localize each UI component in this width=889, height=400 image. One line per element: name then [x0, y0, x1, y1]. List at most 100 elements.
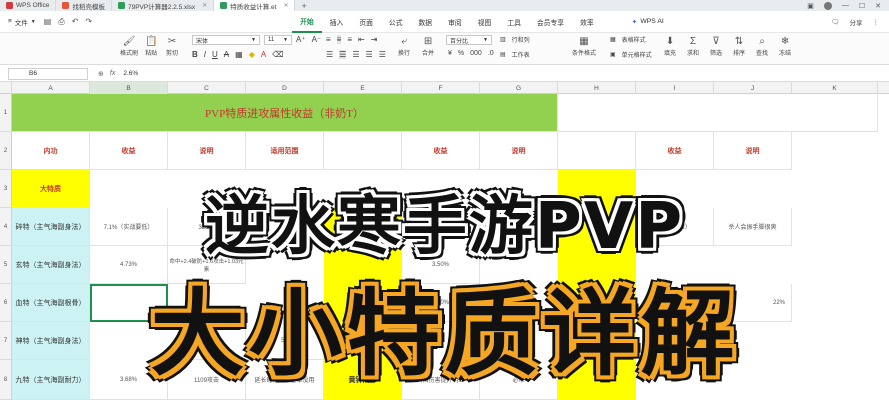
tab-wps-office[interactable]: WPS Office	[0, 0, 57, 11]
row-header-4[interactable]: 4	[0, 208, 12, 246]
align-top-icon[interactable]: ≡	[326, 35, 331, 44]
worksheet-button[interactable]: ▤ 工作表	[500, 50, 530, 59]
maximize-icon[interactable]: ☐	[859, 2, 865, 10]
column-header-k[interactable]: K	[792, 82, 878, 94]
freeze-button[interactable]: ❄ 冻结	[779, 36, 791, 57]
align-right-icon[interactable]: ☰	[352, 50, 359, 59]
cut-button[interactable]: ✂ 剪切	[166, 36, 178, 57]
highlight-column-h[interactable]	[558, 170, 636, 400]
minimize-icon[interactable]: —	[842, 2, 849, 9]
trait-name-cell[interactable]: 神特（主气海副身法）	[12, 322, 90, 360]
menu-efficiency[interactable]: 效率	[572, 11, 602, 33]
row-header-1[interactable]: 1	[0, 94, 12, 132]
find-button[interactable]: ⌕ 查找	[756, 36, 768, 57]
header-description[interactable]: 说明	[480, 132, 558, 170]
trait-name-cell[interactable]: 九特（主气海副耐力）	[12, 360, 90, 400]
column-header-a[interactable]: A	[12, 82, 90, 94]
gain-cell[interactable]: 3.68%	[90, 360, 168, 400]
align-center-icon[interactable]: ☰	[339, 50, 347, 59]
font-color-icon[interactable]: A	[261, 50, 266, 59]
name-box[interactable]: B6	[8, 67, 88, 80]
align-bottom-icon[interactable]: ≡	[347, 35, 352, 44]
cell[interactable]	[558, 132, 636, 170]
header-gain[interactable]: 收益	[636, 132, 714, 170]
italic-icon[interactable]: I	[204, 50, 206, 59]
indent-icon[interactable]: ⇤	[358, 35, 365, 44]
column-header-b[interactable]: B	[90, 82, 168, 94]
description-cell[interactable]: 328会	[168, 208, 246, 246]
print-icon[interactable]: ⎙	[58, 17, 64, 27]
row-header-2[interactable]: 2	[0, 132, 12, 170]
sheet-title-cell[interactable]: PVP特质进攻属性收益（非奶T）	[12, 94, 558, 132]
justify-icon[interactable]: ☰	[366, 50, 373, 59]
underline-icon[interactable]: U	[212, 50, 218, 59]
scope-highlight-cell[interactable]: 黄钟六律	[324, 360, 402, 400]
scope-cell[interactable]: 延长时间效果基本没用	[246, 360, 324, 400]
comment-icon[interactable]: 🗨	[831, 18, 839, 26]
description-cell[interactable]: 1109攻击	[168, 360, 246, 400]
avatar[interactable]	[823, 1, 832, 10]
column-header-i[interactable]: I	[636, 82, 714, 94]
outdent-icon[interactable]: ⇥	[371, 35, 378, 44]
row-header-7[interactable]: 7	[0, 322, 12, 360]
save-icon[interactable]: ▤	[44, 17, 52, 27]
spreadsheet-grid[interactable]: A B C D E F G H I J K 1 2 3 4 5 6 7 8 PV…	[0, 82, 889, 400]
menu-insert[interactable]: 插入	[322, 11, 352, 33]
rows-cols-button[interactable]: ▥ 行和列	[500, 35, 530, 44]
selected-cell-b6[interactable]	[90, 284, 168, 322]
fx-icon[interactable]: fx	[110, 70, 115, 77]
gain-cell[interactable]: 4.73%	[90, 246, 168, 284]
distributed-icon[interactable]: ☰	[379, 50, 386, 59]
strike-icon[interactable]: A	[224, 50, 229, 59]
sort-button[interactable]: ⇅ 排序	[733, 36, 745, 57]
percent-icon[interactable]: %	[458, 50, 464, 57]
column-header-d[interactable]: D	[246, 82, 324, 94]
row-header-6[interactable]: 6	[0, 284, 12, 322]
trait-name-cell[interactable]: 碎特（主气海副身法）	[12, 208, 90, 246]
more-icon[interactable]: ⋮	[873, 18, 880, 26]
wrap-button[interactable]: ⤶ 换行	[398, 36, 410, 57]
number-format-select[interactable]: 百分比 ▼	[446, 35, 492, 45]
menu-tools[interactable]: 工具	[499, 11, 529, 33]
menu-formula[interactable]: 公式	[381, 11, 411, 33]
font-size-select[interactable]: 11 ▼	[264, 35, 292, 45]
highlight-column-e[interactable]	[324, 208, 402, 360]
gain-cell[interactable]: 3.50%	[402, 246, 480, 284]
zoom-icon[interactable]: ⊕	[98, 70, 104, 78]
cell-style-button[interactable]: ▣ 单元格样式	[610, 50, 652, 59]
align-left-icon[interactable]: ☰	[326, 50, 333, 59]
file-menu[interactable]: ≡ 文件 ▼	[0, 17, 44, 27]
table-style-button[interactable]: ▦ 表格样式	[610, 35, 646, 44]
description-cell[interactable]: 命中+2.4破防+1.6攻击+1.03元素	[168, 246, 246, 284]
value-cell[interactable]: 22%	[714, 284, 792, 322]
font-grow-icon[interactable]: A⁺	[296, 35, 306, 44]
column-header-j[interactable]: J	[714, 82, 792, 94]
menu-review[interactable]: 审阅	[440, 11, 470, 33]
close-tab-icon[interactable]: ✕	[202, 2, 207, 9]
description-cell[interactable]: 杀人会振手脚很爽	[714, 208, 792, 246]
description-cell[interactable]: 大国伤害提升明显	[402, 360, 480, 400]
thousands-icon[interactable]: 000	[470, 50, 482, 57]
bold-icon[interactable]: B	[192, 50, 198, 59]
fill-button[interactable]: ⬇ 填充	[664, 36, 676, 57]
gain-cell[interactable]: 5%（看脸）	[636, 208, 714, 246]
header-gain[interactable]: 收益	[402, 132, 480, 170]
cell[interactable]	[558, 94, 878, 132]
share-button[interactable]: 分享	[850, 17, 863, 27]
menu-view[interactable]: 视图	[470, 11, 500, 33]
undo-icon[interactable]: ↶	[72, 17, 79, 27]
row-header-5[interactable]: 5	[0, 246, 12, 284]
column-header-h[interactable]: H	[558, 82, 636, 94]
description-cell[interactable]: 修速攻速	[168, 322, 246, 360]
header-scope[interactable]: 适用范围	[246, 132, 324, 170]
tab-trait-calc[interactable]: 特质收益计算.et ✕	[214, 0, 296, 11]
row-header-8[interactable]: 8	[0, 360, 12, 400]
gain-cell[interactable]: 2.50%	[402, 284, 480, 322]
formula-input[interactable]: 2.6%	[123, 70, 138, 77]
decimal-icon[interactable]: .0	[488, 50, 494, 57]
tab-calculator-xlsx[interactable]: 79PVP计算器2.2.5.xlsx ✕	[112, 0, 215, 11]
header-description[interactable]: 说明	[714, 132, 792, 170]
font-shrink-icon[interactable]: A⁻	[312, 35, 322, 44]
menu-member[interactable]: 会员专享	[529, 11, 572, 33]
menu-icon[interactable]: ▣	[807, 2, 814, 10]
